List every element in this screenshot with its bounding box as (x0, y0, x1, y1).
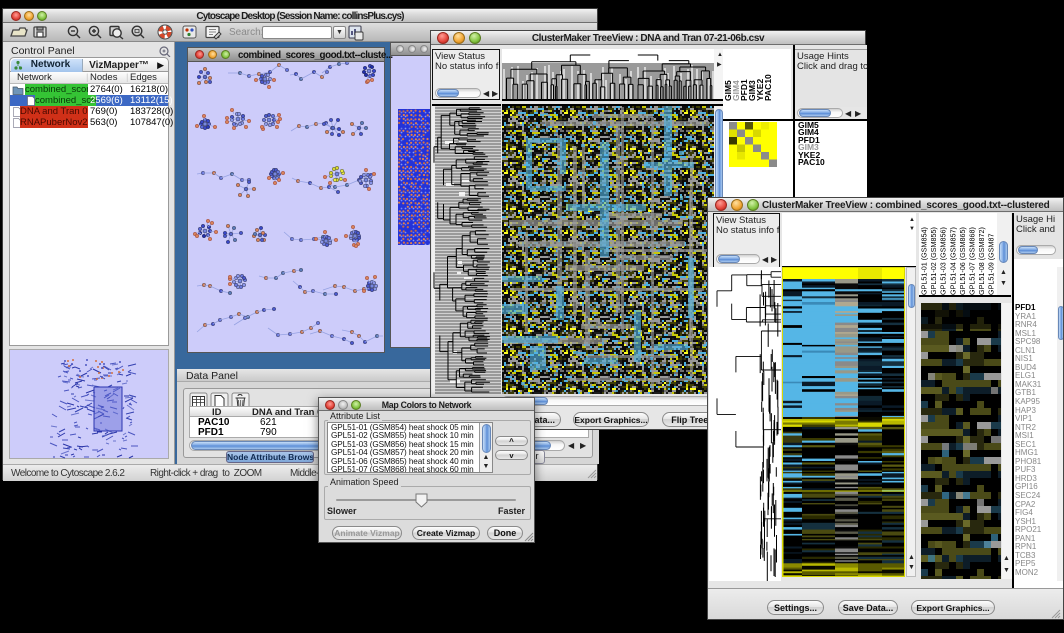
svg-text:GPL51-04 (GSM857): GPL51-04 (GSM857) (948, 227, 957, 295)
svg-text:PAC10: PAC10 (763, 74, 773, 101)
svg-text:GPL51-09 (GSM87: GPL51-09 (GSM87 (987, 232, 996, 295)
svg-text:GPL51-07 (GSM868): GPL51-07 (GSM868) (968, 227, 977, 295)
svg-text:GPL51-08 (GSM872): GPL51-08 (GSM872) (977, 227, 986, 295)
svg-text:GPL51-06 (GSM865): GPL51-06 (GSM865) (958, 227, 967, 295)
svg-text:GPL51-01 (GSM854): GPL51-01 (GSM854) (920, 227, 929, 295)
svg-text:Search:: Search: (229, 27, 263, 38)
svg-text:GPL51-03 (GSM856): GPL51-03 (GSM856) (939, 227, 948, 295)
svg-text:GPL51-02 (GSM855): GPL51-02 (GSM855) (929, 227, 938, 295)
